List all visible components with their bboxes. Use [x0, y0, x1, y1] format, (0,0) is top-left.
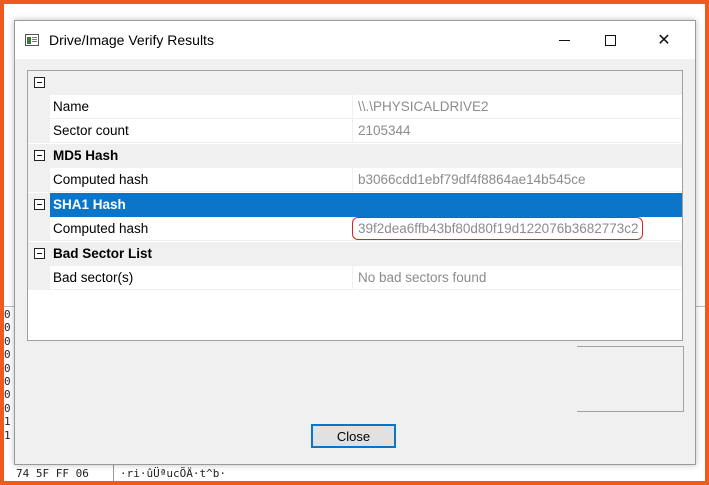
property-row-md5-hash[interactable]: Computed hash b3066cdd1ebf79df4f8864ae14… [28, 168, 682, 192]
minimize-button[interactable] [541, 21, 587, 59]
close-window-button[interactable]: ✕ [641, 21, 687, 59]
collapse-icon[interactable] [34, 248, 45, 259]
background-hex-row: 74 5F FF 06 ·ri·ûÜªucÕÄ·t^b· [0, 465, 290, 481]
minimize-icon [558, 39, 570, 41]
property-row-sha1-hash[interactable]: Computed hash 39f2dea6ffb43bf80d80f19d12… [28, 217, 682, 241]
row-gutter [28, 119, 50, 143]
row-gutter [28, 95, 50, 119]
background-hex-bytes: 74 5F FF 06 [16, 467, 89, 480]
row-gutter [28, 266, 50, 290]
category-label: Bad Sector List [53, 246, 153, 261]
property-value[interactable]: 2105344 [353, 119, 682, 143]
category-row-bad-sectors[interactable]: Bad Sector List [28, 242, 682, 266]
close-icon: ✕ [657, 32, 671, 49]
verify-results-dialog: Drive/Image Verify Results ✕ Name \\.\PH… [14, 20, 696, 465]
background-column-separator [113, 465, 114, 481]
collapse-icon[interactable] [34, 199, 45, 210]
app-icon [25, 34, 39, 46]
property-label: Sector count [50, 119, 353, 143]
property-value[interactable]: \\.\PHYSICALDRIVE2 [353, 95, 682, 119]
description-panel [577, 346, 684, 412]
property-grid[interactable]: Name \\.\PHYSICALDRIVE2 Sector count 210… [27, 70, 683, 341]
category-label: MD5 Hash [53, 148, 119, 163]
property-label: Name [50, 95, 353, 119]
property-row-name[interactable]: Name \\.\PHYSICALDRIVE2 [28, 95, 682, 119]
md5-hash-value[interactable]: b3066cdd1ebf79df4f8864ae14b545ce [353, 168, 682, 192]
property-label: Computed hash [50, 217, 353, 241]
close-button[interactable]: Close [311, 424, 396, 448]
maximize-button[interactable] [587, 21, 633, 59]
property-label: Computed hash [50, 168, 353, 192]
category-label: SHA1 Hash [50, 193, 682, 217]
bad-sectors-value[interactable]: No bad sectors found [353, 266, 682, 290]
category-label [50, 71, 682, 95]
collapse-icon[interactable] [34, 77, 45, 88]
maximize-icon [604, 34, 616, 46]
dialog-title-bar[interactable]: Drive/Image Verify Results ✕ [15, 21, 695, 59]
sha1-hash-value[interactable]: 39f2dea6ffb43bf80d80f19d122076b3682773c2 [353, 217, 682, 241]
row-gutter [28, 217, 50, 241]
category-row-sha1[interactable]: SHA1 Hash [28, 193, 682, 217]
row-gutter [28, 168, 50, 192]
collapse-icon[interactable] [34, 150, 45, 161]
property-row-sector-count[interactable]: Sector count 2105344 [28, 119, 682, 143]
category-row-drive[interactable] [28, 71, 682, 95]
category-row-md5[interactable]: MD5 Hash [28, 144, 682, 168]
dialog-title: Drive/Image Verify Results [49, 32, 214, 48]
background-ascii-text: ·ri·ûÜªucÕÄ·t^b· [120, 467, 226, 480]
property-row-bad-sectors[interactable]: Bad sector(s) No bad sectors found [28, 266, 682, 290]
background-divider-right [696, 306, 705, 307]
property-label: Bad sector(s) [50, 266, 353, 290]
